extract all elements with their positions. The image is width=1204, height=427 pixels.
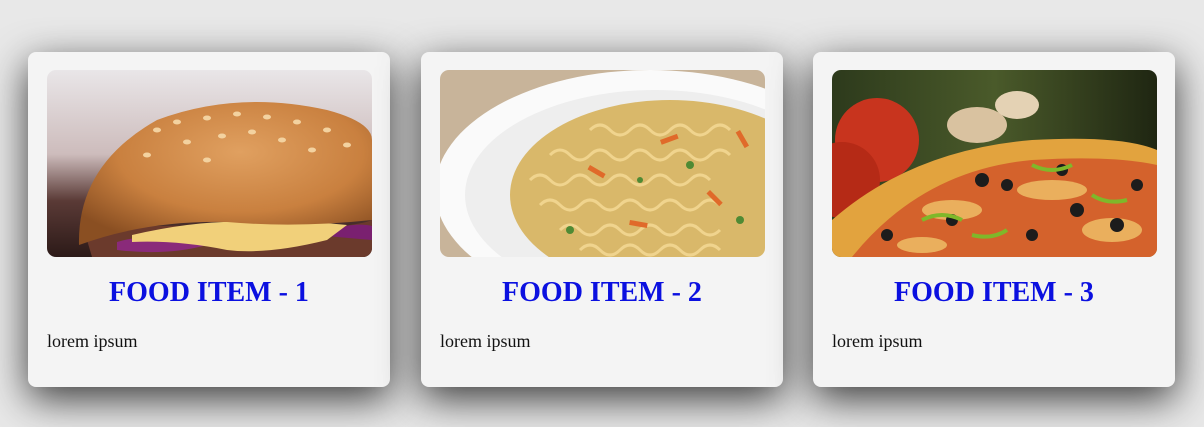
card-gallery: FOOD ITEM - 1 lorem ipsum FOOD ITEM - 2 … — [0, 0, 1204, 427]
pizza-photo — [832, 70, 1157, 257]
card-description: lorem ipsum — [47, 331, 138, 351]
noodles-photo — [440, 70, 765, 257]
card-description: lorem ipsum — [832, 331, 923, 351]
burger-photo — [47, 70, 372, 257]
card-title: FOOD ITEM - 2 — [502, 277, 702, 308]
food-card-2[interactable]: FOOD ITEM - 2 lorem ipsum — [421, 52, 783, 387]
card-title: FOOD ITEM - 3 — [894, 277, 1094, 308]
food-card-1[interactable]: FOOD ITEM - 1 lorem ipsum — [28, 52, 390, 387]
card-description: lorem ipsum — [440, 331, 531, 351]
card-title: FOOD ITEM - 1 — [109, 277, 309, 308]
food-card-3[interactable]: FOOD ITEM - 3 lorem ipsum — [813, 52, 1175, 387]
